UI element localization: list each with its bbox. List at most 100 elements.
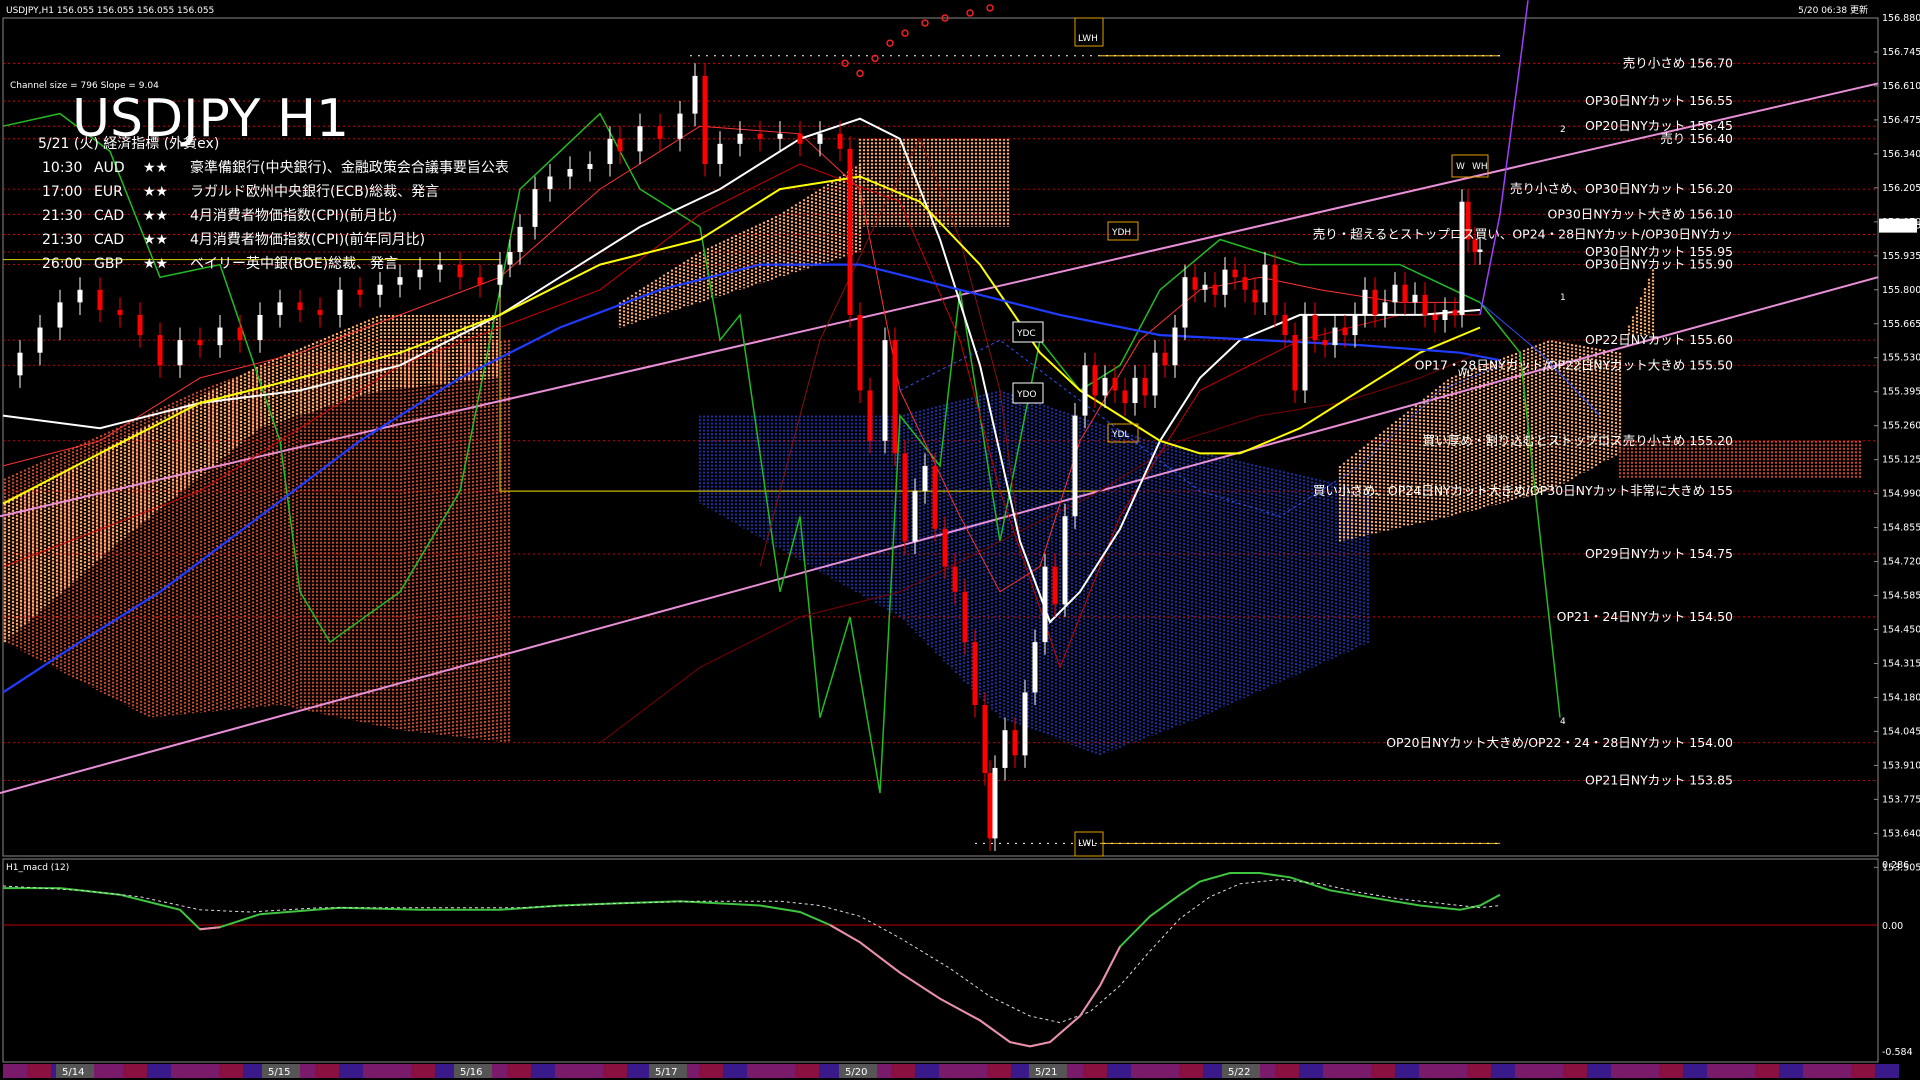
candle-body — [1222, 269, 1228, 295]
date-label: 5/17 — [655, 1067, 677, 1078]
candle-body — [1062, 516, 1068, 605]
y-tick-label: 156.475 — [1882, 115, 1920, 126]
candle-body — [982, 705, 988, 773]
events-heading: 5/21 (火) 経済指標 (外貨ex) — [38, 135, 219, 152]
candle-body — [437, 264, 443, 270]
candle-body — [217, 327, 223, 346]
candle-body — [57, 302, 63, 328]
candle-body — [1032, 642, 1038, 693]
candle-body — [847, 148, 853, 315]
candle-body — [397, 277, 403, 285]
candle-body — [137, 314, 143, 336]
date-label: 5/16 — [460, 1067, 482, 1078]
date-label: 5/14 — [62, 1067, 84, 1078]
candle-body — [1322, 340, 1328, 346]
candle-body — [517, 226, 523, 253]
level-label: OP29日NYカット 154.75 — [1585, 546, 1733, 561]
marker-lwh: LWH — [1078, 34, 1098, 44]
current-price-label: 156.055 — [1882, 221, 1920, 232]
event-stars: ★★ — [143, 208, 168, 224]
candle-body — [1382, 302, 1388, 315]
macd-axis-zero: 0.00 — [1882, 921, 1903, 932]
y-tick-label: 155.800 — [1882, 285, 1920, 296]
candle-body — [1432, 314, 1438, 320]
macd-axis-bottom: -0.584 — [1882, 1047, 1913, 1058]
candle-body — [637, 126, 643, 152]
event-time: 26:00 — [42, 256, 82, 272]
candle-body — [1302, 314, 1308, 391]
candle-body — [1052, 566, 1058, 605]
y-tick-label: 155.530 — [1882, 353, 1920, 364]
level-label: 売り 156.40 — [1660, 131, 1733, 146]
candle-body — [892, 340, 898, 454]
level-label: OP30日NYカット 156.55 — [1585, 93, 1733, 108]
candle-body — [1262, 264, 1268, 303]
candle-body — [1002, 730, 1008, 768]
candle-body — [902, 453, 908, 542]
y-tick-label: 156.610 — [1882, 81, 1920, 92]
candle-body — [1252, 289, 1258, 303]
event-time: 10:30 — [42, 160, 82, 176]
candle-body — [1242, 277, 1248, 290]
candle-body — [857, 314, 863, 391]
candle-body — [1162, 352, 1168, 366]
candle-body — [912, 491, 918, 542]
wave-label-1: 1 — [1560, 293, 1566, 303]
candle-body — [617, 138, 623, 152]
marker-ydh: YDH — [1111, 228, 1131, 238]
event-currency: GBP — [94, 256, 123, 272]
event-currency: EUR — [94, 184, 123, 200]
candle-body — [1452, 309, 1458, 315]
marker-lwl: LWL — [1078, 839, 1096, 849]
candle-body — [1362, 289, 1368, 315]
candle-body — [837, 133, 843, 149]
candle-body — [77, 289, 83, 303]
event-stars: ★★ — [143, 160, 168, 176]
candle-body — [1442, 309, 1448, 320]
level-label: 売り小さめ 156.70 — [1623, 55, 1733, 70]
candle-body — [317, 309, 323, 315]
event-currency: CAD — [94, 232, 124, 248]
marker-ydl: YDL — [1111, 430, 1129, 440]
candle-body — [1212, 284, 1218, 295]
y-tick-label: 154.720 — [1882, 557, 1920, 568]
candle-body — [1392, 284, 1398, 303]
candle-body — [867, 390, 873, 441]
candle-body — [177, 340, 183, 366]
date-label: 5/20 — [845, 1067, 867, 1078]
level-label: OP30日NYカット 155.90 — [1585, 257, 1733, 272]
event-time: 21:30 — [42, 232, 82, 248]
candle-body — [992, 767, 998, 839]
candle-body — [457, 264, 463, 278]
event-time: 21:30 — [42, 208, 82, 224]
event-stars: ★★ — [143, 256, 168, 272]
candle-body — [1312, 314, 1318, 341]
level-label: OP22日NYカット 155.60 — [1585, 332, 1733, 347]
macd-label: H1_macd (12) — [6, 863, 69, 873]
marker-w: W — [1456, 162, 1465, 172]
candle-body — [477, 277, 483, 285]
candle-body — [1092, 365, 1098, 396]
event-time: 17:00 — [42, 184, 82, 200]
candle-body — [97, 289, 103, 310]
candle-body — [37, 327, 43, 353]
candle-body — [1372, 289, 1378, 315]
level-label: 買い厚め・割り込むとストップロス売り小さめ 155.20 — [1423, 433, 1733, 448]
y-tick-label: 155.125 — [1882, 455, 1920, 466]
candle-body — [797, 133, 803, 144]
candle-body — [277, 302, 283, 315]
candle-body — [607, 138, 613, 164]
candle-body — [692, 75, 698, 114]
y-tick-label: 156.880 — [1882, 13, 1920, 24]
candle-body — [1022, 692, 1028, 756]
date-label: 5/22 — [1228, 1067, 1250, 1078]
candle-body — [157, 335, 163, 366]
date-label: 5/15 — [268, 1067, 290, 1078]
y-tick-label: 156.745 — [1882, 47, 1920, 58]
candle-body — [17, 352, 23, 376]
date-axis: 5/14 5/15 5/16 5/17 5/20 5/21 5/22 — [3, 1064, 1899, 1078]
candle-body — [1412, 294, 1418, 303]
candle-body — [1342, 327, 1348, 336]
wave-label-4: 4 — [1560, 717, 1566, 727]
candle-body — [587, 163, 593, 169]
